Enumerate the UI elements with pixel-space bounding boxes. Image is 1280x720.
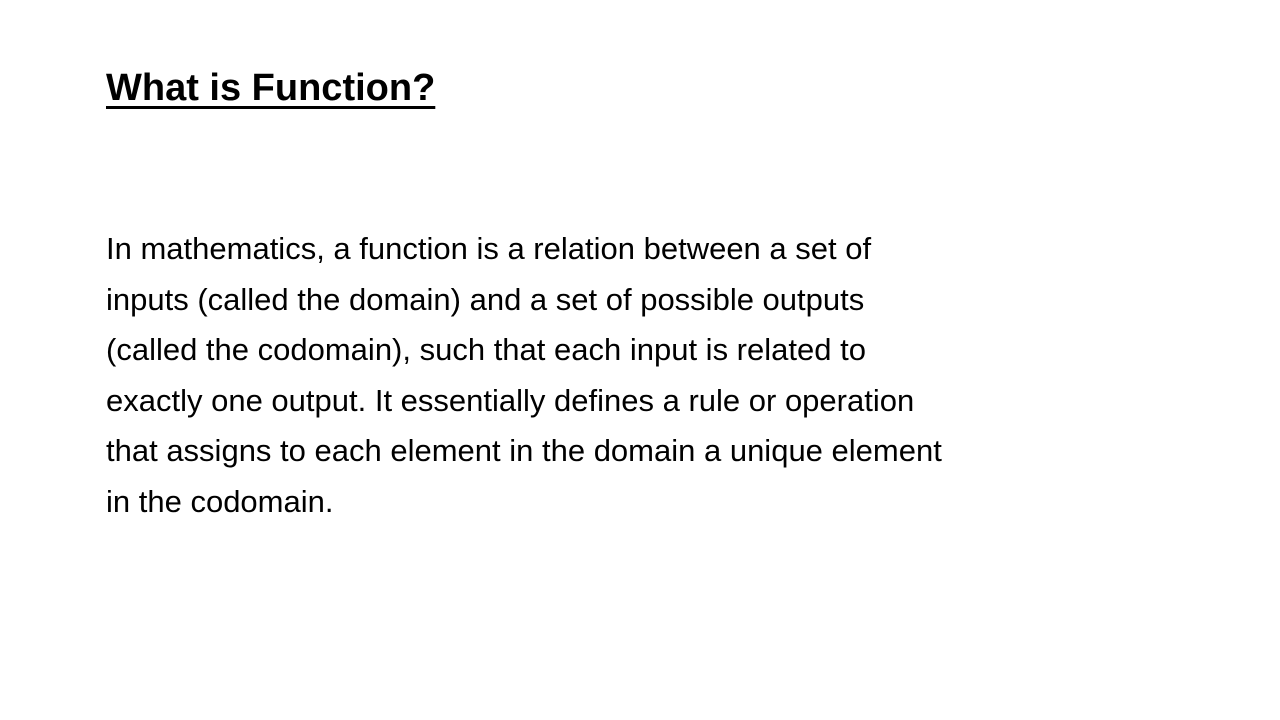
slide-body-paragraph: In mathematics, a function is a relation… bbox=[106, 224, 1186, 527]
body-line: (called the codomain), such that each in… bbox=[106, 332, 866, 367]
slide: What is Function? In mathematics, a func… bbox=[0, 0, 1280, 720]
body-line: inputs (called the domain) and a set of … bbox=[106, 281, 865, 317]
body-line: that assigns to each element in the doma… bbox=[106, 433, 942, 468]
body-line: exactly one output. It essentially defin… bbox=[106, 382, 915, 418]
slide-title: What is Function? bbox=[106, 67, 436, 109]
body-line: In mathematics, a function is a relation… bbox=[106, 231, 872, 266]
body-line: in the codomain. bbox=[106, 483, 334, 519]
